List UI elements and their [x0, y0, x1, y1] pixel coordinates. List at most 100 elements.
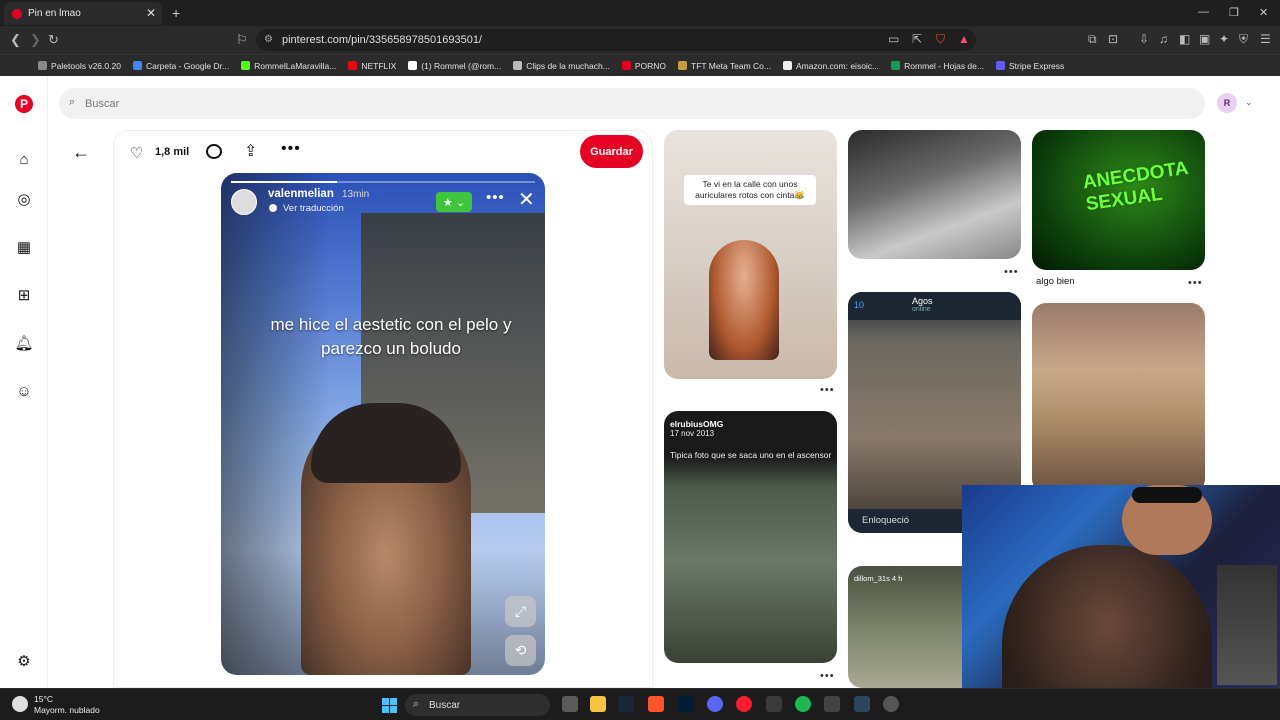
- new-tab-button[interactable]: +: [172, 5, 180, 21]
- back-arrow-icon[interactable]: ←: [72, 142, 90, 163]
- steam-icon[interactable]: [618, 696, 634, 712]
- pin-caption-box: Te vi en la calle con unos auriculares r…: [684, 175, 816, 205]
- expand-icon[interactable]: ⤢: [505, 596, 536, 627]
- chat-header: Agos online: [848, 292, 1021, 320]
- pin-image-story[interactable]: valenmelian 13min Ver traducción ★ ⌄ •••…: [221, 173, 545, 675]
- bookmark-label: RommelLaMaravilla...: [254, 60, 337, 71]
- bookmark-label: Carpeta - Google Dr...: [145, 60, 230, 71]
- task-view-icon[interactable]: [562, 696, 578, 712]
- comment-icon[interactable]: [206, 144, 222, 159]
- windows-start-icon[interactable]: [382, 698, 397, 713]
- extensions-icon[interactable]: ⧉: [1088, 32, 1097, 47]
- pin-more-icon[interactable]: •••: [1004, 266, 1019, 278]
- notifications-icon[interactable]: 🔔︎: [14, 333, 34, 353]
- pin-title: algo bien: [1036, 276, 1075, 287]
- shelf-shape: [1217, 565, 1277, 685]
- bookmark-item[interactable]: PORNO: [621, 61, 666, 71]
- weather-desc: Mayorm. nublado: [34, 705, 100, 715]
- brave-rewards-icon[interactable]: ▲: [958, 32, 970, 46]
- wallet-icon[interactable]: ▣: [1199, 32, 1210, 46]
- screenshot-icon[interactable]: ⊡: [1108, 32, 1118, 46]
- sidebar-icon[interactable]: ◧: [1179, 32, 1190, 46]
- leo-icon[interactable]: ✦: [1219, 32, 1229, 46]
- tab-active[interactable]: Pin en lmao ✕: [4, 2, 162, 25]
- menu-icon[interactable]: ☰: [1260, 32, 1271, 46]
- weather-widget[interactable]: 15°C Mayorm. nublado: [12, 694, 100, 716]
- search-input[interactable]: ⌕ Buscar: [59, 88, 1205, 119]
- photoshop-icon[interactable]: [678, 696, 694, 712]
- url-text: pinterest.com/pin/335658978501693501/: [282, 34, 482, 46]
- bookmark-item[interactable]: Rommel - Hojas de...: [891, 61, 984, 71]
- boards-icon[interactable]: ▦: [14, 237, 34, 257]
- cast-icon[interactable]: ▭: [888, 32, 899, 46]
- share-icon[interactable]: ⇪: [244, 141, 257, 161]
- valorant-icon[interactable]: [824, 696, 840, 712]
- opera-icon[interactable]: [736, 696, 752, 712]
- settings-icon[interactable]: ⚙: [14, 651, 34, 671]
- grid-pin-4[interactable]: [1032, 303, 1205, 493]
- messages-icon[interactable]: ☺: [14, 381, 34, 401]
- music-icon[interactable]: ♫: [1159, 32, 1168, 46]
- steam-icon-2[interactable]: [854, 696, 870, 712]
- url-field[interactable]: ⚙ pinterest.com/pin/335658978501693501/: [256, 29, 976, 51]
- avatar[interactable]: R: [1217, 93, 1237, 113]
- minimize-icon[interactable]: —: [1198, 6, 1209, 18]
- bookmark-item[interactable]: Clips de la muchach...: [513, 61, 610, 71]
- grid-pin-2[interactable]: [848, 130, 1021, 259]
- bookmark-label: Amazon.com: eisoic...: [796, 60, 880, 71]
- bookmark-item[interactable]: RommelLaMaravilla...: [241, 61, 336, 71]
- bookmark-item[interactable]: Stripe Express: [995, 60, 1065, 71]
- discord-icon[interactable]: [707, 696, 723, 712]
- site-info-icon[interactable]: ⚙: [264, 34, 273, 45]
- app-icon[interactable]: [766, 696, 782, 712]
- bookmark-item[interactable]: (1) Rommel (@rom...: [408, 61, 501, 71]
- bookmark-icon[interactable]: ⚐: [236, 32, 248, 48]
- reload-icon[interactable]: ↻: [48, 32, 59, 48]
- bookmark-item[interactable]: Carpeta - Google Dr...: [132, 60, 230, 71]
- download-icon[interactable]: ⇩: [1139, 32, 1149, 46]
- pin-more-icon[interactable]: •••: [820, 384, 835, 396]
- pin-more-icon[interactable]: •••: [1188, 277, 1203, 289]
- chat-name: Agos: [912, 296, 933, 306]
- bookmark-label: Stripe Express: [1008, 60, 1065, 71]
- obs-icon[interactable]: [883, 696, 899, 712]
- bookmark-favicon-icon: [891, 61, 901, 70]
- taskbar-search[interactable]: ⌕ Buscar: [405, 694, 550, 716]
- bookmark-item[interactable]: Amazon.com: eisoic...: [783, 61, 879, 71]
- file-explorer-icon[interactable]: [590, 696, 606, 712]
- spotify-icon[interactable]: [795, 696, 811, 712]
- bookmark-item[interactable]: TFT Meta Team Co...: [678, 61, 771, 71]
- more-options-icon[interactable]: •••: [281, 140, 301, 158]
- back-nav-icon[interactable]: ❮: [10, 32, 21, 48]
- save-button[interactable]: Guardar: [580, 135, 643, 168]
- windows-taskbar: 15°C Mayorm. nublado ⌕ Buscar: [0, 688, 1280, 720]
- create-icon[interactable]: ⊞: [14, 285, 34, 305]
- bookmark-favicon-icon: [783, 61, 792, 70]
- chevron-down-icon[interactable]: ⌄: [1245, 97, 1253, 108]
- brave-icon[interactable]: [648, 696, 664, 712]
- home-icon[interactable]: ⌂: [14, 149, 34, 169]
- grid-pin-3[interactable]: ANECDOTA SEXUAL: [1032, 130, 1205, 270]
- translate-icon: [269, 204, 277, 212]
- story-time: 13min: [342, 189, 370, 200]
- pin-more-icon[interactable]: •••: [820, 670, 835, 682]
- brave-shield-icon[interactable]: ⛉: [936, 32, 945, 47]
- heart-icon[interactable]: ♡: [130, 144, 143, 162]
- maximize-icon[interactable]: ❐: [1229, 6, 1239, 19]
- forward-nav-icon[interactable]: ❯: [30, 32, 41, 48]
- visual-search-icon[interactable]: ⟲: [505, 635, 536, 666]
- vpn-icon[interactable]: ⛨: [1239, 32, 1248, 47]
- grid-pin-5[interactable]: elrubiusOMG 17 nov 2013 Tipica foto que s…: [664, 411, 837, 663]
- browser-chrome: Pin en lmao ✕ + — ❐ ✕ ❮ ❯ ↻ ⚐ ⚙ pinteres…: [0, 0, 1280, 76]
- bookmark-item[interactable]: Paletools v26.0.20: [38, 61, 121, 71]
- bookmark-item[interactable]: NETFLIX: [348, 61, 396, 71]
- close-window-icon[interactable]: ✕: [1259, 6, 1268, 19]
- close-tab-icon[interactable]: ✕: [146, 6, 156, 20]
- pinterest-logo-icon[interactable]: P: [15, 95, 33, 113]
- pin-overlay-text: ANECDOTA SEXUAL: [1081, 157, 1189, 216]
- share-page-icon[interactable]: ⇱: [912, 32, 922, 46]
- bookmark-favicon-icon: [132, 61, 142, 70]
- explore-icon[interactable]: ◎: [14, 189, 34, 209]
- grid-pin-1[interactable]: Te vi en la calle con unos auriculares r…: [664, 130, 837, 379]
- bookmark-label: TFT Meta Team Co...: [691, 60, 771, 71]
